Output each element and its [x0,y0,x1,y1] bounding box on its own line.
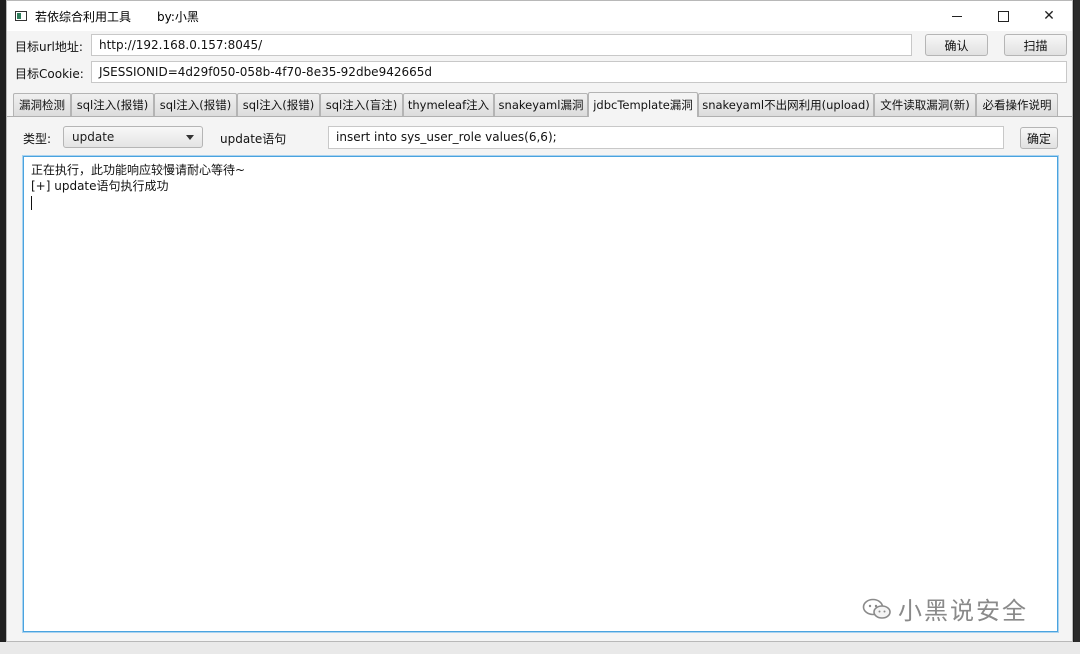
statement-label: update语句 [220,132,287,146]
type-select[interactable]: update [63,126,203,148]
minimize-button[interactable] [934,1,980,31]
chevron-down-icon [186,135,194,140]
minimize-icon [952,15,962,17]
ok-button[interactable]: 确定 [1020,127,1058,149]
window-author: by:小黑 [157,9,199,24]
output-line: [+] update语句执行成功 [31,179,169,193]
tab-snakeyaml-upload[interactable]: snakeyaml不出网利用(upload) [698,93,874,116]
app-window: 若依综合利用工具 by:小黑 ✕ 目标url地址: http://192.168… [6,0,1073,642]
background-taskbar [0,642,1080,654]
background-edge [1074,0,1080,654]
maximize-icon [997,10,1009,22]
maximize-button[interactable] [980,1,1026,31]
tab-thymeleaf[interactable]: thymeleaf注入 [403,93,494,116]
window-controls: ✕ [934,1,1072,31]
confirm-button[interactable]: 确认 [925,34,988,56]
output-textarea[interactable]: 正在执行，此功能响应较慢请耐心等待~ [+] update语句执行成功 [23,156,1058,632]
tab-sql-blind[interactable]: sql注入(盲注) [320,93,403,116]
url-input[interactable]: http://192.168.0.157:8045/ [91,34,912,56]
tab-vuln-detect[interactable]: 漏洞检测 [13,93,71,116]
cookie-label: 目标Cookie: [15,67,84,81]
tab-sql-error-3[interactable]: sql注入(报错) [237,93,320,116]
statement-input[interactable]: insert into sys_user_role values(6,6); [328,126,1004,149]
tab-sql-error-2[interactable]: sql注入(报错) [154,93,237,116]
watermark: 小黑说安全 [862,591,1028,626]
window-title: 若依综合利用工具 [35,9,132,24]
app-icon [15,11,27,21]
tab-jdbctemplate[interactable]: jdbcTemplate漏洞 [588,92,698,117]
tab-file-read[interactable]: 文件读取漏洞(新) [874,93,976,116]
close-icon: ✕ [1043,8,1055,24]
tab-instructions[interactable]: 必看操作说明 [976,93,1058,116]
text-cursor [31,194,1050,210]
title-bar[interactable]: 若依综合利用工具 by:小黑 ✕ [7,1,1072,31]
output-line: 正在执行，此功能响应较慢请耐心等待~ [31,163,246,177]
tab-bar: 漏洞检测 sql注入(报错) sql注入(报错) sql注入(报错) sql注入… [7,91,1072,117]
wechat-icon [862,598,891,619]
watermark-text: 小黑说安全 [898,597,1028,625]
url-label: 目标url地址: [15,40,83,54]
type-select-value: update [72,130,115,144]
close-button[interactable]: ✕ [1026,1,1072,31]
tab-snakeyaml[interactable]: snakeyaml漏洞 [494,93,588,116]
tab-sql-error-1[interactable]: sql注入(报错) [71,93,154,116]
scan-button[interactable]: 扫描 [1004,34,1067,56]
type-label: 类型: [23,132,52,146]
cookie-input[interactable]: JSESSIONID=4d29f050-058b-4f70-8e35-92dbe… [91,61,1067,83]
